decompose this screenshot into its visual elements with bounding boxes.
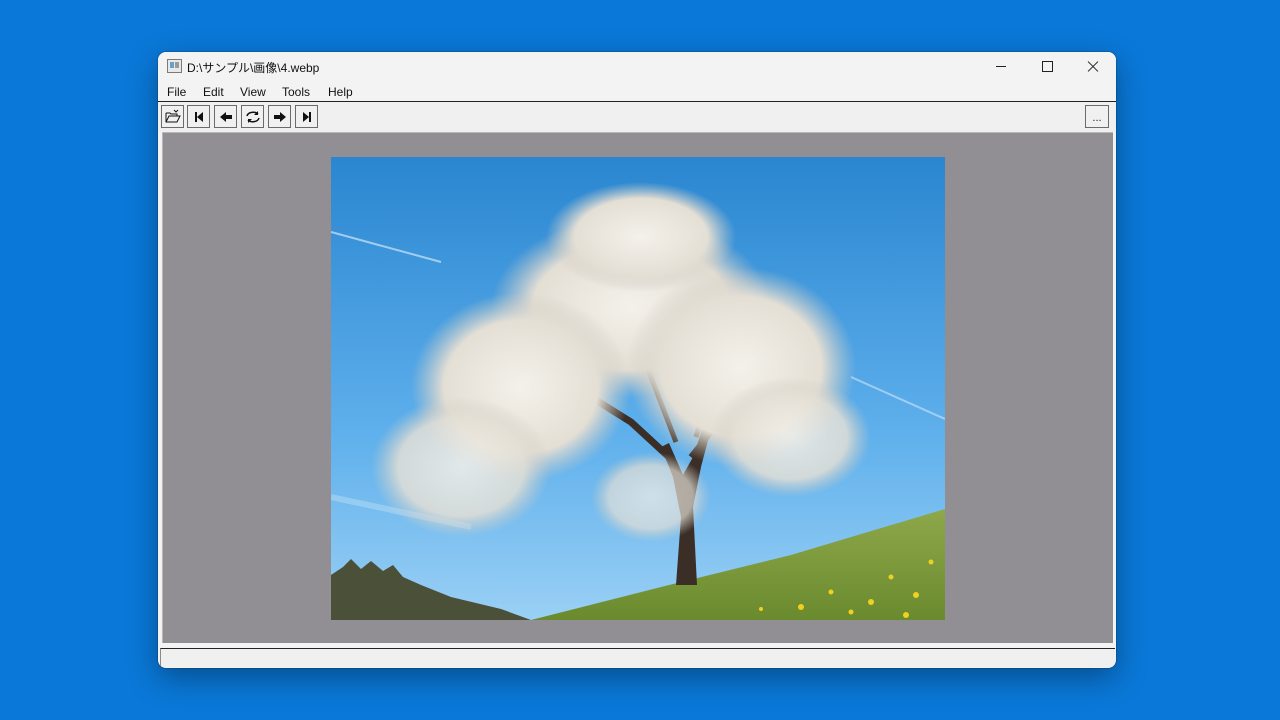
- minimize-button[interactable]: [978, 52, 1024, 82]
- open-button[interactable]: [161, 105, 184, 128]
- window-title: D:\サンプル\画像\4.webp: [187, 61, 320, 75]
- reload-button[interactable]: [241, 105, 264, 128]
- displayed-image: [331, 157, 945, 620]
- previous-image-button[interactable]: [214, 105, 237, 128]
- menu-edit[interactable]: Edit: [203, 85, 224, 99]
- open-folder-icon: [165, 109, 181, 123]
- close-button[interactable]: [1070, 52, 1116, 82]
- status-bar: [160, 648, 1115, 667]
- menu-view[interactable]: View: [240, 85, 266, 99]
- last-image-icon: [303, 112, 311, 122]
- toolbar: ...: [158, 102, 1116, 132]
- first-image-icon: [195, 112, 203, 122]
- more-button[interactable]: ...: [1085, 105, 1109, 128]
- first-image-button[interactable]: [187, 105, 210, 128]
- menu-help[interactable]: Help: [328, 85, 353, 99]
- menu-tools[interactable]: Tools: [282, 85, 310, 99]
- menu-file[interactable]: File: [167, 85, 186, 99]
- image-viewer-window: D:\サンプル\画像\4.webp File Edit View Tools H…: [158, 52, 1116, 668]
- next-image-button[interactable]: [268, 105, 291, 128]
- app-icon: [167, 59, 182, 73]
- title-bar[interactable]: D:\サンプル\画像\4.webp: [158, 52, 1116, 82]
- reload-icon: [246, 111, 260, 123]
- last-image-button[interactable]: [295, 105, 318, 128]
- next-image-icon: [274, 112, 286, 122]
- maximize-button[interactable]: [1024, 52, 1070, 82]
- menu-bar: File Edit View Tools Help: [158, 82, 1116, 102]
- previous-image-icon: [220, 112, 232, 122]
- image-view-area[interactable]: [162, 132, 1113, 643]
